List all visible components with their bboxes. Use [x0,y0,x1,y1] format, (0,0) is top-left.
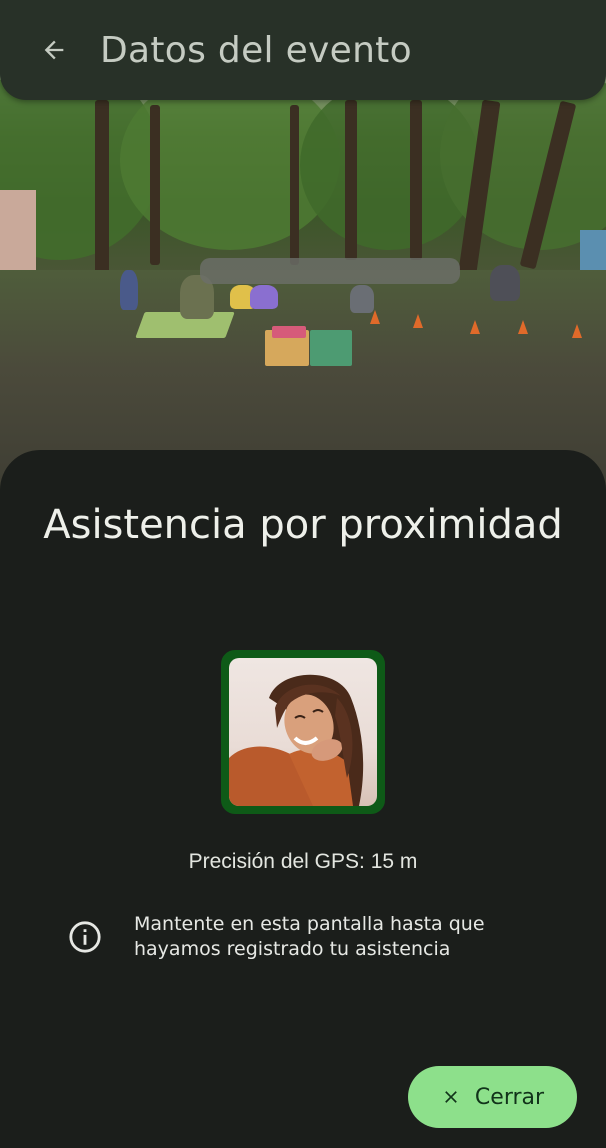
info-icon [69,921,101,953]
avatar [221,650,385,814]
arrow-left-icon [44,40,64,60]
close-button[interactable]: Cerrar [408,1066,577,1128]
info-text: Mantente en esta pantalla hasta que haya… [134,913,485,960]
sheet-title: Asistencia por proximidad [43,502,563,548]
portrait-illustration [229,674,364,806]
proximity-attendance-sheet: Asistencia por proximidad Precisión del … [0,450,606,1148]
building [0,190,36,270]
close-icon [445,1091,457,1103]
close-button-label: Cerrar [474,1084,545,1110]
info-message: Mantente en esta pantalla hasta que haya… [68,912,548,972]
gps-accuracy: Precisión del GPS: 15 m [188,850,418,873]
top-app-bar: Datos del evento [0,0,606,100]
page-title: Datos del evento [100,30,412,71]
user-photo [229,658,377,806]
back-button[interactable] [30,26,78,74]
